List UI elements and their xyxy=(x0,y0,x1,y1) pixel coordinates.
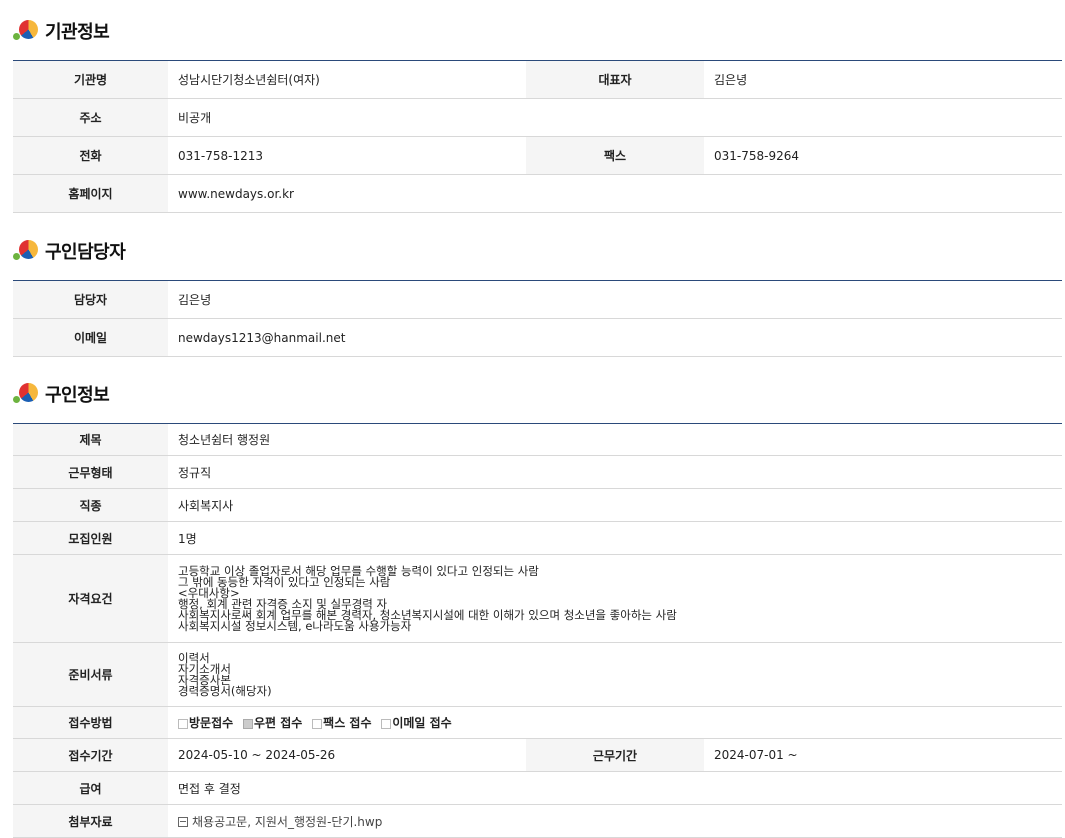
manager-label: 담당자 xyxy=(13,280,168,319)
qualification-value: 고등학교 이상 졸업자로서 해당 업무를 수행할 능력이 있다고 인정되는 사람… xyxy=(168,554,1062,643)
job-type-label: 직종 xyxy=(13,488,168,522)
table-row: 모집인원 1명 xyxy=(13,521,1062,555)
org-name-value: 성남시단기청소년쉼터(여자) xyxy=(168,60,526,99)
table-row: 담당자 김은녕 xyxy=(13,280,1062,319)
receipt-email-label: 이메일 접수 xyxy=(392,716,452,730)
rep-value: 김은녕 xyxy=(704,60,1062,99)
fax-label: 팩스 xyxy=(526,136,704,175)
job-section-heading: 구인정보 xyxy=(45,385,110,406)
job-type-value: 사회복지사 xyxy=(168,488,1062,522)
period-label: 접수기간 xyxy=(13,738,168,772)
fax-value: 031-758-9264 xyxy=(704,136,1062,175)
table-row: 이메일 newdays1213@hanmail.net xyxy=(13,318,1062,357)
checkbox-icon xyxy=(312,718,323,729)
table-row: 주소 비공개 xyxy=(13,98,1062,137)
subject-label: 제목 xyxy=(13,423,168,456)
table-row: 홈페이지 www.newdays.or.kr xyxy=(13,174,1062,213)
receipt-label: 접수방법 xyxy=(13,706,168,739)
org-section-title: 기관정보 xyxy=(13,16,110,46)
attachment-label: 첨부자료 xyxy=(13,804,168,838)
org-section-heading: 기관정보 xyxy=(45,22,110,43)
headcount-value: 1명 xyxy=(168,521,1062,555)
manager-value: 김은녕 xyxy=(168,280,1062,319)
contact-info-table: 담당자 김은녕 이메일 newdays1213@hanmail.net xyxy=(13,280,1062,357)
subject-value: 청소년쉼터 행정원 xyxy=(168,423,1062,456)
period-value: 2024-05-10 ~ 2024-05-26 xyxy=(168,738,526,772)
receipt-visit-label: 방문접수 xyxy=(189,716,234,730)
table-row: 근무형태 정규직 xyxy=(13,455,1062,489)
document-line: 자격증사본 xyxy=(178,672,231,687)
bullet-logo-icon xyxy=(13,381,41,407)
salary-label: 급여 xyxy=(13,771,168,805)
work-period-label: 근무기간 xyxy=(526,738,704,772)
checkbox-icon xyxy=(178,718,188,729)
contact-section-heading: 구인담당자 xyxy=(45,242,126,263)
documents-label: 준비서류 xyxy=(13,642,168,707)
table-row: 급여 면접 후 결정 xyxy=(13,771,1062,805)
table-row: 준비서류 이력서 자기소개서 자격증사본 경력증명서(해당자) xyxy=(13,642,1062,707)
org-info-table: 기관명 성남시단기청소년쉼터(여자) 대표자 김은녕 주소 비공개 전화 031… xyxy=(13,60,1062,213)
checkbox-icon xyxy=(381,718,392,729)
contact-section-title: 구인담당자 xyxy=(13,236,126,266)
receipt-fax: 팩스 접수 xyxy=(312,716,372,730)
bullet-logo-icon xyxy=(13,238,41,264)
qualification-label: 자격요건 xyxy=(13,554,168,643)
receipt-visit: 방문접수 xyxy=(178,716,233,730)
receipt-email: 이메일 접수 xyxy=(381,716,452,730)
table-row: 기관명 성남시단기청소년쉼터(여자) 대표자 김은녕 xyxy=(13,60,1062,99)
homepage-link[interactable]: www.newdays.or.kr xyxy=(168,174,1062,213)
work-period-value: 2024-07-01 ~ xyxy=(704,738,1062,772)
rep-label: 대표자 xyxy=(526,60,704,99)
document-line: 경력증명서(해당자) xyxy=(178,683,272,698)
address-label: 주소 xyxy=(13,98,168,137)
receipt-fax-label: 팩스 접수 xyxy=(323,716,372,730)
documents-value: 이력서 자기소개서 자격증사본 경력증명서(해당자) xyxy=(168,642,1062,707)
org-name-label: 기관명 xyxy=(13,60,168,99)
document-line: 자기소개서 xyxy=(178,661,231,676)
table-row: 첨부자료 채용공고문, 지원서_행정원-단기.hwp xyxy=(13,804,1062,838)
receipt-mail: 우편 접수 xyxy=(243,716,302,730)
phone-label: 전화 xyxy=(13,136,168,175)
attachment-link[interactable]: 채용공고문, 지원서_행정원-단기.hwp xyxy=(192,815,382,829)
table-row: 직종 사회복지사 xyxy=(13,488,1062,522)
email-label: 이메일 xyxy=(13,318,168,357)
qualification-line: 사회복지시설 정보시스템, e나라도움 사용가능자 xyxy=(178,618,412,633)
checkbox-checked-icon xyxy=(243,718,253,729)
salary-value: 면접 후 결정 xyxy=(168,771,1062,805)
table-row: 제목 청소년쉼터 행정원 xyxy=(13,423,1062,456)
phone-value: 031-758-1213 xyxy=(168,136,526,175)
job-info-table: 제목 청소년쉼터 행정원 근무형태 정규직 직종 사회복지사 모집인원 1명 자… xyxy=(13,423,1062,838)
email-value[interactable]: newdays1213@hanmail.net xyxy=(168,318,1062,357)
table-row: 접수방법 방문접수 우편 접수 팩스 접수 이메일 접수 xyxy=(13,706,1062,739)
table-row: 전화 031-758-1213 팩스 031-758-9264 xyxy=(13,136,1062,175)
receipt-mail-label: 우편 접수 xyxy=(254,716,303,730)
bullet-logo-icon xyxy=(13,18,41,44)
work-type-label: 근무형태 xyxy=(13,455,168,489)
table-row: 접수기간 2024-05-10 ~ 2024-05-26 근무기간 2024-0… xyxy=(13,738,1062,772)
homepage-label: 홈페이지 xyxy=(13,174,168,213)
job-section-title: 구인정보 xyxy=(13,379,110,409)
table-row: 자격요건 고등학교 이상 졸업자로서 해당 업무를 수행할 능력이 있다고 인정… xyxy=(13,554,1062,643)
attachment-value: 채용공고문, 지원서_행정원-단기.hwp xyxy=(168,804,1062,838)
headcount-label: 모집인원 xyxy=(13,521,168,555)
receipt-methods: 방문접수 우편 접수 팩스 접수 이메일 접수 xyxy=(168,706,1062,739)
file-icon xyxy=(178,817,188,827)
qualification-line: 그 밖에 동등한 자격이 있다고 인정되는 사람 xyxy=(178,574,391,589)
work-type-value: 정규직 xyxy=(168,455,1062,489)
document-line: 이력서 xyxy=(178,650,210,665)
address-value: 비공개 xyxy=(168,98,1062,137)
